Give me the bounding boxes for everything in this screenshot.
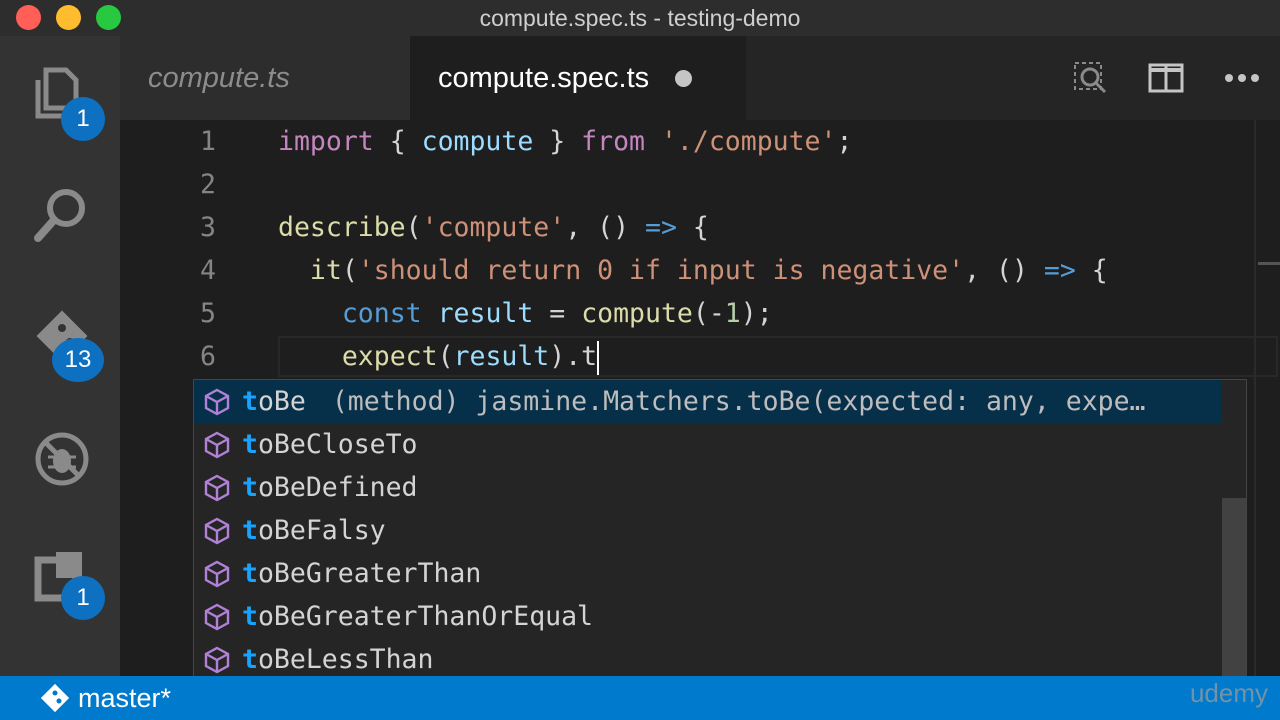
text-cursor bbox=[597, 340, 600, 375]
more-actions-button[interactable] bbox=[1204, 36, 1280, 120]
tab-label: compute.spec.ts bbox=[438, 61, 650, 94]
status-bar: master* bbox=[0, 676, 1280, 720]
udemy-watermark: udemy bbox=[1189, 678, 1268, 708]
suggestion-item[interactable]: toBeDefined bbox=[194, 466, 1222, 509]
method-cube-icon bbox=[202, 638, 232, 681]
overview-ruler bbox=[1254, 120, 1256, 676]
search-icon bbox=[34, 189, 85, 242]
window-title: compute.spec.ts - testing-demo bbox=[479, 4, 801, 31]
suggestion-label: toBeLessThan bbox=[242, 644, 434, 675]
explorer-badge: 1 bbox=[61, 97, 105, 141]
suggestion-label: toBeCloseTo bbox=[242, 429, 418, 460]
maximize-window-button[interactable] bbox=[96, 5, 121, 30]
editor-tab-bar: compute.ts compute.spec.ts bbox=[120, 36, 1280, 120]
suggestion-item[interactable]: toBe (method) jasmine.Matchers.toBe(expec… bbox=[194, 380, 1222, 423]
suggestion-label: toBeGreaterThan bbox=[242, 558, 482, 589]
code-text: describe('compute', () => { bbox=[278, 212, 709, 243]
code-text: expect(result).t bbox=[278, 335, 600, 378]
activity-bar: 1 13 1 bbox=[0, 36, 120, 676]
code-line[interactable]: 5 const result = compute(-1); bbox=[120, 292, 1250, 335]
branch-name: master* bbox=[78, 682, 172, 713]
git-branch-icon bbox=[40, 683, 70, 713]
line-number: 6 bbox=[200, 341, 216, 372]
method-cube-icon bbox=[202, 466, 232, 509]
code-text: const result = compute(-1); bbox=[341, 298, 773, 329]
code-line[interactable]: 3 describe('compute', () => { bbox=[120, 206, 1250, 249]
line-number: 1 bbox=[200, 126, 216, 157]
open-changes-button[interactable] bbox=[1052, 36, 1128, 120]
ellipsis-icon bbox=[1225, 74, 1259, 82]
search-button[interactable] bbox=[24, 176, 96, 248]
suggestion-item[interactable]: toBeGreaterThan bbox=[194, 552, 1222, 595]
debug-button[interactable] bbox=[24, 421, 96, 493]
suggestion-label: toBeFalsy bbox=[242, 515, 386, 546]
method-cube-icon bbox=[202, 380, 232, 423]
overview-ruler-mark bbox=[1258, 262, 1280, 265]
code-text: import { compute } from './compute'; bbox=[278, 126, 853, 157]
method-cube-icon bbox=[202, 509, 232, 552]
branch-indicator[interactable]: master* bbox=[40, 676, 171, 720]
method-cube-icon bbox=[202, 423, 232, 466]
tab-compute-ts[interactable]: compute.ts bbox=[120, 36, 410, 120]
code-line[interactable]: 6 expect(result).t bbox=[120, 335, 1250, 378]
line-number: 5 bbox=[200, 298, 216, 329]
split-editor-button[interactable] bbox=[1128, 36, 1204, 120]
method-cube-icon bbox=[202, 552, 232, 595]
debug-icon bbox=[35, 432, 89, 486]
code-text: it('should return 0 if input is negative… bbox=[309, 255, 1108, 286]
minimize-window-button[interactable] bbox=[56, 5, 81, 30]
suggestion-label: toBe bbox=[242, 386, 306, 417]
tab-compute-spec-ts[interactable]: compute.spec.ts bbox=[410, 36, 746, 120]
suggestion-item[interactable]: toBeGreaterThanOrEqual bbox=[194, 595, 1222, 638]
code-line[interactable]: 2 bbox=[120, 163, 1250, 206]
tab-label: compute.ts bbox=[148, 61, 290, 94]
explorer-button[interactable]: 1 bbox=[24, 56, 105, 141]
split-editor-icon bbox=[1148, 63, 1184, 93]
suggest-widget: toBe (method) jasmine.Matchers.toBe(expec… bbox=[193, 379, 1247, 720]
source-control-button[interactable]: 13 bbox=[24, 298, 104, 382]
extensions-button[interactable]: 1 bbox=[24, 538, 105, 620]
suggestion-detail: (method) jasmine.Matchers.toBe(expected:… bbox=[331, 386, 1146, 417]
code-line[interactable]: 4 it('should return 0 if input is negati… bbox=[120, 249, 1250, 292]
close-window-button[interactable] bbox=[16, 5, 41, 30]
unsaved-dot-icon[interactable] bbox=[675, 69, 693, 87]
method-cube-icon bbox=[202, 595, 232, 638]
suggestion-item[interactable]: toBeCloseTo bbox=[194, 423, 1222, 466]
extensions-badge: 1 bbox=[61, 576, 105, 620]
title-bar: compute.spec.ts - testing-demo bbox=[0, 0, 1280, 36]
suggestion-item[interactable]: toBeLessThan bbox=[194, 638, 1222, 681]
line-number: 3 bbox=[200, 212, 216, 243]
line-number: 4 bbox=[200, 255, 216, 286]
suggestion-label: toBeDefined bbox=[242, 472, 418, 503]
suggestion-item[interactable]: toBeFalsy bbox=[194, 509, 1222, 552]
code-line[interactable]: 1 import { compute } from './compute'; bbox=[120, 120, 1250, 163]
scm-badge: 13 bbox=[52, 338, 104, 382]
suggestion-label: toBeGreaterThanOrEqual bbox=[242, 601, 594, 632]
line-number: 2 bbox=[200, 169, 216, 200]
search-changes-icon bbox=[1074, 62, 1107, 94]
